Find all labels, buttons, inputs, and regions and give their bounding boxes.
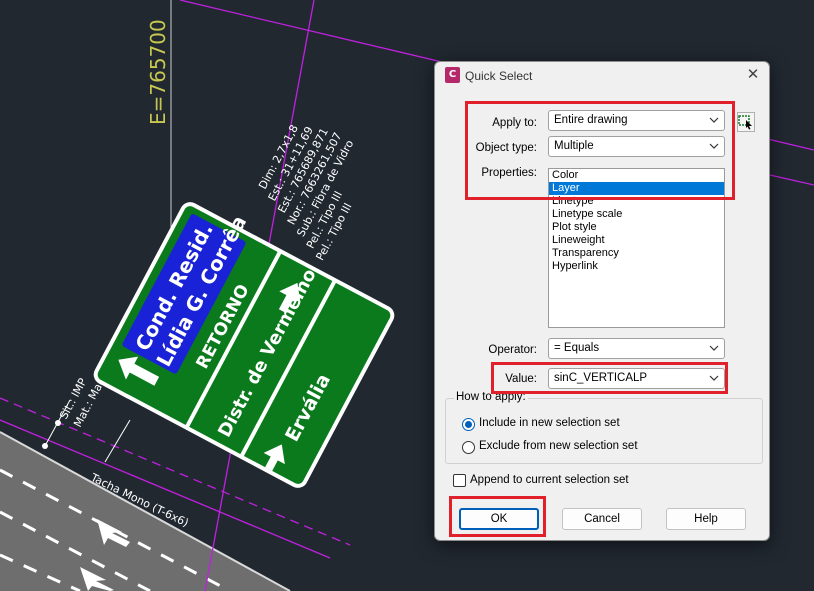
list-item[interactable]: Linetype <box>549 195 724 208</box>
append-checkbox-label[interactable]: Append to current selection set <box>470 474 629 486</box>
select-objects-button[interactable] <box>737 112 755 132</box>
dialog-titlebar[interactable]: C Quick Select ✕ <box>435 62 769 90</box>
list-item[interactable]: Transparency <box>549 247 724 260</box>
exclude-radio-label[interactable]: Exclude from new selection set <box>479 440 638 452</box>
apply-to-dropdown[interactable]: Entire drawing <box>548 110 725 131</box>
apply-to-label: Apply to: <box>492 117 537 129</box>
operator-dropdown[interactable]: = Equals <box>548 338 725 359</box>
exclude-radio[interactable] <box>462 441 475 454</box>
object-type-dropdown[interactable]: Multiple <box>548 136 725 157</box>
apply-to-value: Entire drawing <box>554 114 628 126</box>
app-icon: C <box>445 67 460 83</box>
chevron-down-icon <box>709 117 719 123</box>
object-type-value: Multiple <box>554 140 594 152</box>
help-button[interactable]: Help <box>666 508 746 530</box>
chevron-down-icon <box>709 345 719 351</box>
properties-label: Properties: <box>481 167 537 179</box>
list-item[interactable]: Linetype scale <box>549 208 724 221</box>
sign-post-marker <box>55 420 61 426</box>
quick-select-dialog: C Quick Select ✕ Apply to: Entire drawin… <box>434 61 770 541</box>
include-radio-label[interactable]: Include in new selection set <box>479 417 620 429</box>
include-radio[interactable] <box>462 418 475 431</box>
value-label: Value: <box>505 373 537 385</box>
ok-button[interactable]: OK <box>459 508 539 530</box>
object-type-label: Object type: <box>475 142 537 154</box>
sign-post-marker <box>42 443 48 449</box>
value-dropdown[interactable]: sinC_VERTICALP <box>548 368 725 389</box>
append-checkbox[interactable] <box>453 474 466 487</box>
cancel-button[interactable]: Cancel <box>562 508 642 530</box>
how-to-apply-title: How to apply: <box>454 391 528 403</box>
list-item[interactable]: Plot style <box>549 221 724 234</box>
chevron-down-icon <box>709 375 719 381</box>
value-value: sinC_VERTICALP <box>554 372 648 384</box>
leader-line <box>104 419 131 463</box>
properties-list[interactable]: Color Layer Linetype Linetype scale Plot… <box>548 168 725 328</box>
select-objects-icon <box>738 115 752 130</box>
list-item-selected[interactable]: Layer <box>549 182 724 195</box>
list-item[interactable]: Color <box>549 169 724 182</box>
coordinate-label: E=765700 <box>146 19 170 125</box>
close-icon[interactable]: ✕ <box>745 66 761 84</box>
list-item[interactable]: Hyperlink <box>549 260 724 273</box>
operator-label: Operator: <box>488 344 537 356</box>
operator-value: = Equals <box>554 342 600 354</box>
dialog-title: Quick Select <box>465 69 533 83</box>
road-sign[interactable]: Cond. Resid. Lídia G. Corrêa RETORNO Dis… <box>93 191 401 488</box>
chevron-down-icon <box>709 143 719 149</box>
list-item[interactable]: Lineweight <box>549 234 724 247</box>
how-to-apply-group: How to apply: Include in new selection s… <box>445 391 763 464</box>
